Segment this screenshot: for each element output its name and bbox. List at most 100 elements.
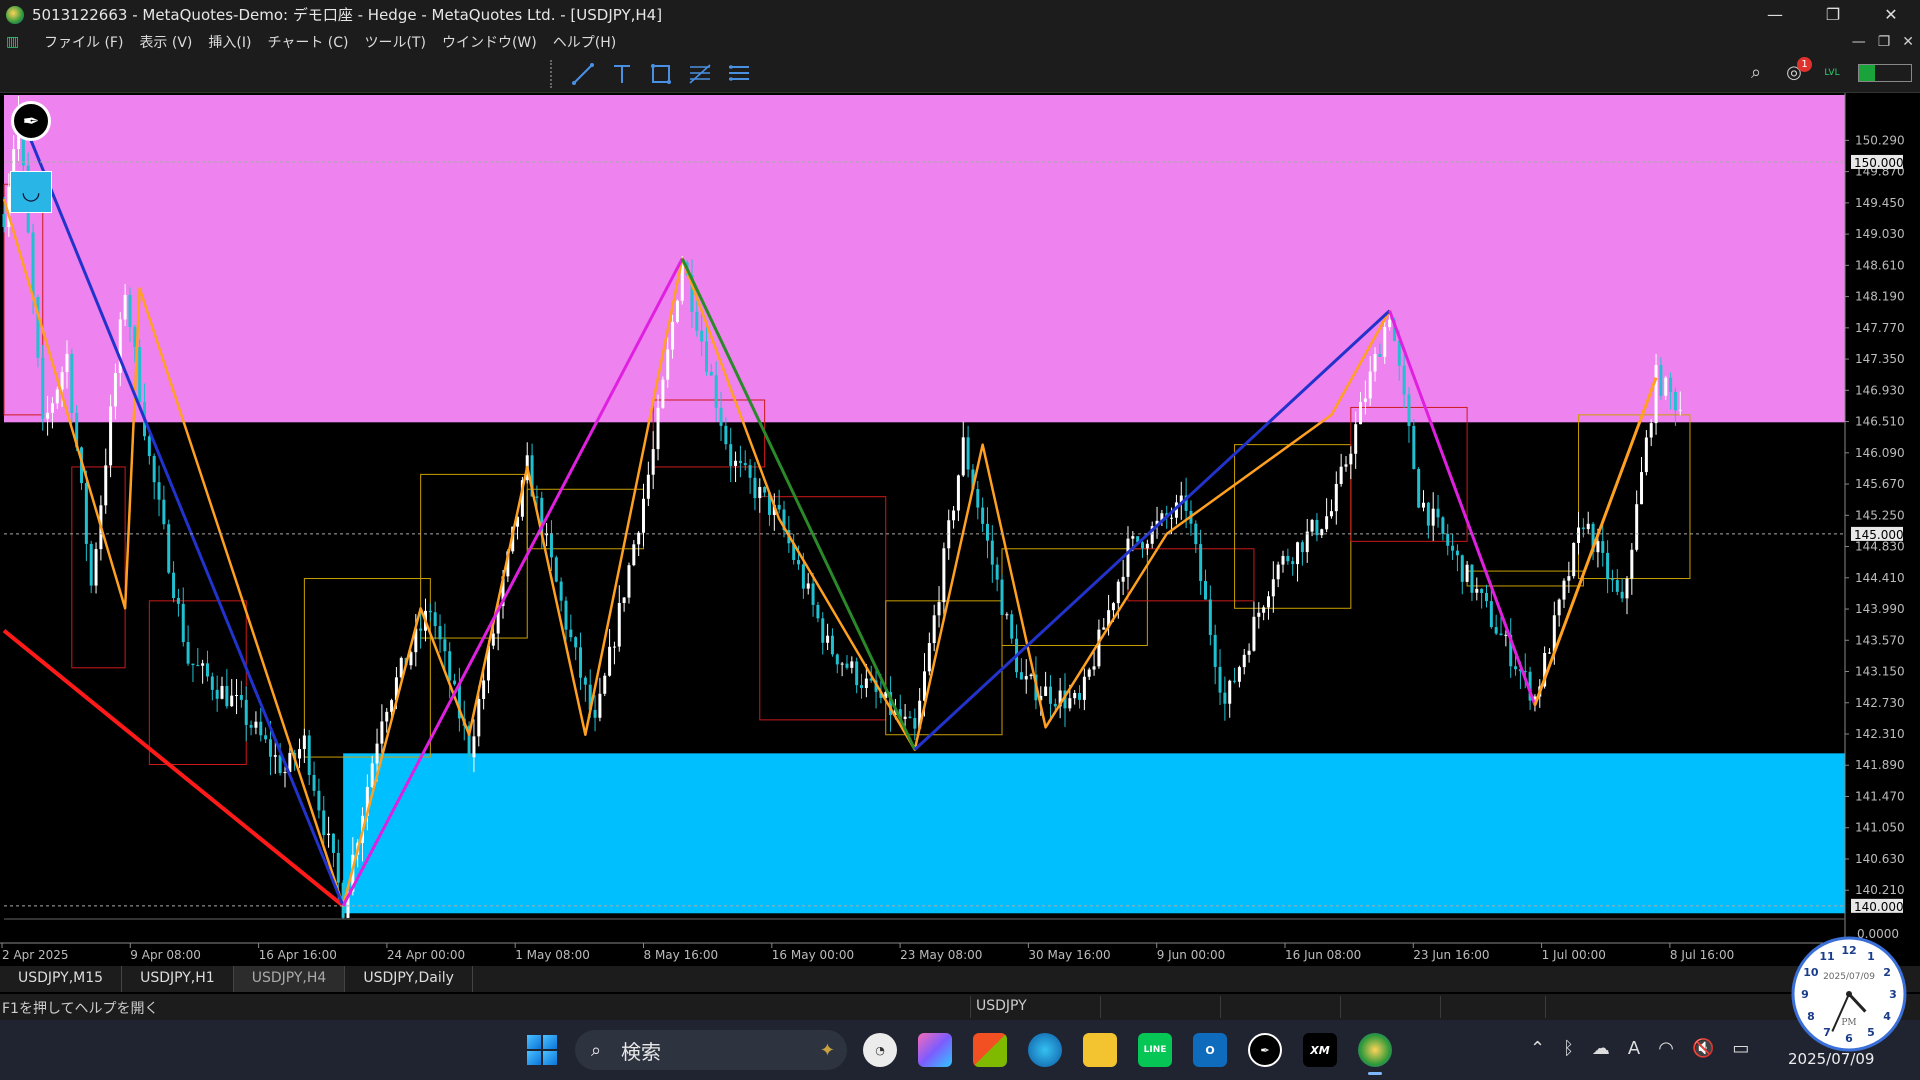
smile-widget-icon[interactable]: ◡ [10, 171, 52, 213]
tab-usdjpy-h1[interactable]: USDJPY,H1 [122, 966, 234, 992]
candle-body [1305, 531, 1309, 553]
candle-body [1659, 365, 1663, 396]
price-tick-label: 141.890 [1855, 758, 1905, 772]
candle-body [186, 642, 190, 664]
store-app-icon[interactable] [973, 1033, 1007, 1067]
mdi-restore-button[interactable]: ❐ [1878, 34, 1891, 50]
rectangle-tool-icon[interactable] [648, 61, 674, 87]
candle-body [1664, 377, 1668, 396]
candle-body [1465, 564, 1469, 582]
chart-canvas[interactable]: 150.290149.870149.450149.030148.610148.1… [0, 93, 1920, 965]
candle-body [220, 686, 224, 699]
copilot-app-icon[interactable] [918, 1033, 952, 1067]
candle-body [1547, 652, 1551, 654]
candle-body [714, 375, 718, 408]
fibonacci-tool-icon[interactable] [687, 61, 713, 87]
price-tick-label: 146.930 [1855, 383, 1905, 397]
time-tick-label: 24 Apr 00:00 [387, 948, 465, 962]
trendline-tool-icon[interactable] [570, 61, 596, 87]
candle-body [1257, 612, 1261, 617]
xm-app-icon[interactable]: XM [1303, 1033, 1337, 1067]
candle-body [1426, 502, 1430, 526]
supply-zone [4, 95, 1845, 423]
candle-body [1053, 703, 1057, 707]
candle-body [176, 598, 180, 604]
cloud-icon[interactable]: ☁ [1592, 1038, 1610, 1059]
speaker-muted-icon[interactable]: 🔇 [1692, 1038, 1714, 1059]
candle-body [1334, 483, 1338, 512]
lvl-icon[interactable]: LVL [1820, 61, 1844, 85]
candle-body [390, 700, 394, 712]
candle-body [801, 564, 805, 589]
channel-tool-icon[interactable] [726, 61, 752, 87]
wifi-icon[interactable]: ◠ [1658, 1038, 1674, 1059]
minimize-button[interactable]: — [1746, 0, 1804, 29]
price-tick-label: 148.190 [1855, 290, 1905, 304]
chart-window-icon[interactable]: ▥ [6, 34, 28, 50]
battery-icon[interactable]: ▭ [1732, 1038, 1749, 1059]
text-tool-icon[interactable] [609, 61, 635, 87]
explorer-app-icon[interactable] [1083, 1033, 1117, 1067]
menu-chart[interactable]: チャート (C) [267, 32, 348, 52]
close-button[interactable]: ✕ [1862, 0, 1920, 29]
candle-body [443, 639, 447, 652]
menu-file[interactable]: ファイル (F) [44, 32, 123, 52]
menu-window[interactable]: ウインドウ(W) [442, 32, 537, 52]
candle-body [763, 486, 767, 493]
candle-body [1000, 579, 1004, 615]
metatrader-app-icon[interactable] [1358, 1033, 1392, 1075]
menu-insert[interactable]: 挿入(I) [208, 32, 251, 52]
tab-usdjpy-m15[interactable]: USDJPY,M15 [0, 966, 123, 992]
candle-body [152, 456, 156, 483]
start-button[interactable] [527, 1035, 557, 1065]
candle-body [1068, 698, 1072, 709]
notifications-icon[interactable]: ◎ 1 [1782, 57, 1812, 85]
restore-button[interactable]: ❐ [1804, 0, 1862, 29]
menu-tools[interactable]: ツール(T) [364, 32, 425, 52]
candle-body [70, 353, 74, 413]
candle-body [569, 629, 573, 638]
pen-app-icon[interactable]: ✒ [1248, 1033, 1282, 1067]
menu-view[interactable]: 表示 (V) [139, 32, 192, 52]
font-icon[interactable]: A [1628, 1038, 1640, 1059]
clock-date: 2025/07/09 [1823, 972, 1875, 982]
taskbar-search[interactable]: ⌕ 検索 ✦ [575, 1030, 847, 1070]
candle-body [704, 341, 708, 372]
analog-clock-widget[interactable]: 1234567891011 12 2025/07/09 PM [1790, 935, 1908, 1053]
candle-body [1455, 550, 1459, 556]
mdi-minimize-button[interactable]: — [1852, 34, 1866, 50]
tab-usdjpy-daily[interactable]: USDJPY,Daily [345, 966, 473, 992]
price-tick-label: 140.630 [1855, 852, 1905, 866]
pen-logo-icon[interactable]: ✒ [11, 101, 51, 141]
bluetooth-icon[interactable]: ᛒ [1563, 1038, 1574, 1059]
search-icon[interactable]: ⌕ [1744, 61, 1768, 85]
price-tick-label: 149.030 [1855, 227, 1905, 241]
candle-body [1087, 669, 1091, 677]
candle-body [210, 676, 214, 690]
tab-usdjpy-h4[interactable]: USDJPY,H4 [233, 966, 346, 992]
candle-body [738, 460, 742, 464]
toolbar-grip[interactable] [550, 60, 554, 88]
chevron-up-icon[interactable]: ⌃ [1530, 1038, 1545, 1059]
candle-body [1601, 541, 1605, 553]
line-app-icon[interactable]: LINE [1138, 1033, 1172, 1067]
clock-app-icon[interactable]: ◔ [863, 1033, 897, 1067]
candle-body [1572, 542, 1576, 577]
candle-body [448, 651, 452, 681]
outlook-app-icon[interactable]: O [1193, 1033, 1227, 1067]
candle-body [777, 504, 781, 510]
edge-app-icon[interactable] [1028, 1033, 1062, 1067]
candle-body [1460, 555, 1464, 582]
candle-body [695, 311, 699, 331]
candle-body [535, 496, 539, 498]
price-chart[interactable]: 150.290 149.870 149.450 149.030 148.610 148.1… [0, 93, 1920, 965]
candle-body [729, 444, 733, 466]
candle-body [1644, 437, 1648, 473]
candle-body [1615, 580, 1619, 592]
candle-body [1237, 667, 1241, 682]
menu-help[interactable]: ヘルプ(H) [553, 32, 616, 52]
candle-body [104, 465, 108, 506]
search-placeholder: 検索 [621, 1039, 661, 1064]
candle-body [995, 564, 999, 580]
mdi-close-button[interactable]: ✕ [1902, 34, 1914, 50]
